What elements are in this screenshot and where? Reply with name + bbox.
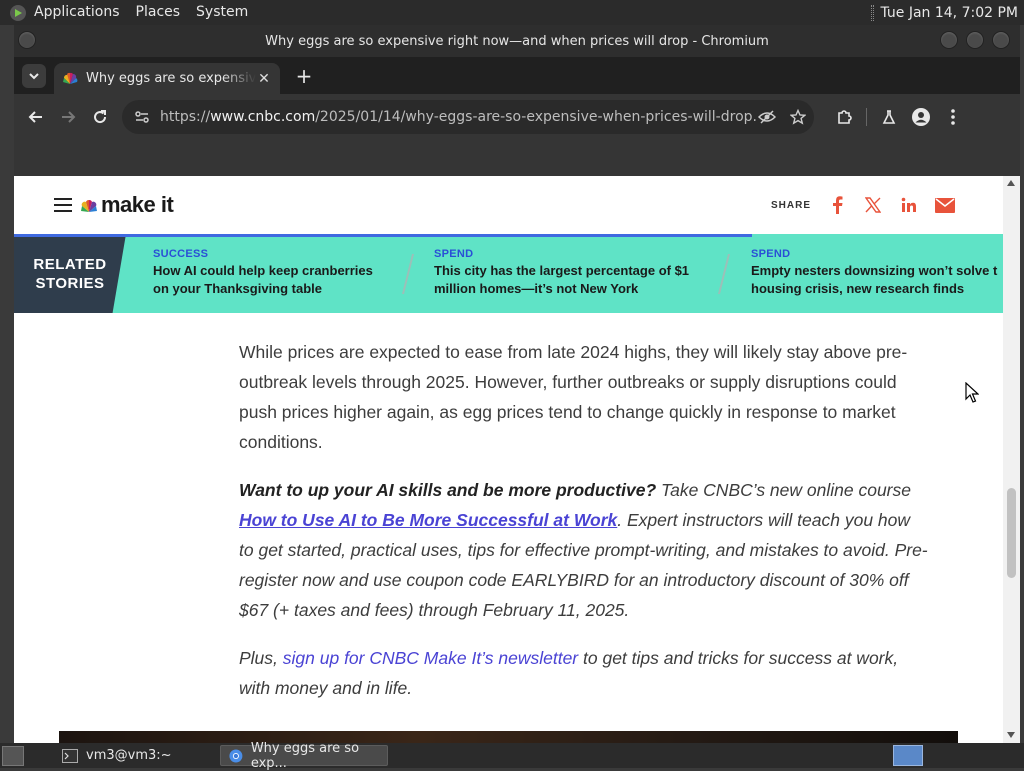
hamburger-menu-icon[interactable] (54, 198, 72, 212)
related-story[interactable]: SPEND This city has the largest percenta… (434, 248, 714, 298)
browser-toolbar: https://www.cnbc.com/2025/01/14/why-eggs… (14, 94, 1020, 140)
tab-strip: Why eggs are so expensive right now ✕ + (14, 57, 1020, 94)
story-divider (718, 254, 730, 294)
labs-button[interactable] (873, 101, 905, 133)
course-link[interactable]: How to Use AI to Be More Successful at W… (239, 510, 617, 530)
article-image (59, 731, 958, 743)
site-header: make it SHARE (14, 176, 1003, 234)
close-button[interactable] (992, 31, 1010, 49)
chromium-icon (229, 749, 243, 762)
reload-icon (94, 110, 107, 124)
page-viewport[interactable]: make it SHARE RELATED STORIES SUCCESS Ho… (14, 176, 1003, 743)
url-host: www.cnbc.com (210, 109, 316, 125)
menu-system[interactable]: System (188, 0, 256, 25)
toolbar-divider (866, 108, 867, 126)
minimize-button[interactable] (940, 31, 958, 49)
taskbar-terminal[interactable]: vm3@vm3:~ (54, 745, 214, 766)
workspace-switcher[interactable] (893, 745, 923, 766)
cnbc-peacock-icon (62, 71, 78, 87)
menu-places[interactable]: Places (128, 0, 189, 25)
story-category[interactable]: SPEND (751, 248, 1003, 260)
terminal-icon (62, 748, 78, 763)
more-vertical-icon (951, 109, 955, 125)
article-paragraph: While prices are expected to ease from l… (239, 342, 908, 452)
applications-icon[interactable] (10, 4, 26, 21)
tab-close-icon[interactable]: ✕ (256, 71, 272, 87)
window-titlebar[interactable]: Why eggs are so expensive right now—and … (14, 25, 1020, 57)
profile-icon (912, 108, 930, 126)
story-category[interactable]: SUCCESS (153, 248, 403, 260)
share-bar: SHARE (771, 195, 955, 215)
article-body: While prices are expected to ease from l… (239, 337, 929, 721)
related-story[interactable]: SUCCESS How AI could help keep cranberri… (153, 248, 403, 298)
promo-paragraph: Want to up your AI skills and be more pr… (239, 475, 929, 625)
extensions-button[interactable] (828, 101, 860, 133)
scroll-thumb[interactable] (1007, 488, 1016, 578)
menu-applications[interactable]: Applications (26, 0, 128, 25)
x-twitter-icon[interactable] (863, 195, 883, 215)
forward-button[interactable] (52, 101, 84, 133)
logo-text: make it (101, 192, 174, 217)
story-divider (402, 254, 414, 294)
arrow-left-icon (28, 111, 42, 123)
url-path: /2025/01/14/why-eggs-are-so-expensive-wh… (315, 109, 758, 125)
taskbar-browser[interactable]: Why eggs are so exp... (220, 741, 388, 771)
site-info-icon[interactable] (134, 109, 150, 125)
back-button[interactable] (20, 101, 52, 133)
maximize-button[interactable] (966, 31, 984, 49)
related-label-line2: STORIES (35, 274, 105, 292)
bottom-panel: vm3@vm3:~ Why eggs are so exp... (0, 741, 1024, 771)
arrow-right-icon (62, 111, 76, 123)
related-stories-bar: RELATED STORIES SUCCESS How AI could help… (14, 234, 1003, 313)
scroll-up-icon[interactable] (1007, 180, 1015, 186)
story-title[interactable]: How AI could help keep cranberries on you… (153, 262, 403, 298)
story-title[interactable]: This city has the largest percentage of … (434, 262, 714, 298)
peacock-logo-icon (80, 198, 98, 212)
puzzle-icon (838, 110, 852, 124)
star-icon[interactable] (790, 109, 806, 125)
promo-bold: Want to up your AI skills and be more pr… (239, 480, 657, 500)
flask-icon (882, 110, 896, 124)
new-tab-button[interactable]: + (292, 64, 316, 88)
eye-slash-icon[interactable] (758, 109, 776, 125)
reload-button[interactable] (84, 101, 116, 133)
scroll-down-icon[interactable] (1007, 732, 1015, 738)
clock[interactable]: Tue Jan 14, 7:02 PM (880, 5, 1018, 21)
profile-button[interactable] (905, 101, 937, 133)
related-story[interactable]: SPEND Empty nesters downsizing won’t sol… (751, 248, 1003, 298)
tab-search-button[interactable] (22, 63, 46, 88)
browser-window: Why eggs are so expensive right now—and … (14, 25, 1020, 743)
share-label: SHARE (770, 199, 811, 211)
promo-text: Take CNBC’s new online course (656, 480, 911, 500)
panel-separator (871, 4, 875, 21)
show-desktop-button[interactable] (2, 745, 24, 766)
related-label-line1: RELATED (33, 255, 107, 273)
story-title[interactable]: Empty nesters downsizing won’t solve t ho… (751, 262, 1003, 298)
facebook-icon[interactable] (827, 195, 847, 215)
tab-title: Why eggs are so expensive right now (86, 71, 256, 86)
top-panel: Applications Places System Tue Jan 14, 7… (0, 0, 1024, 25)
reading-progress-bar (14, 234, 752, 237)
window-menu-icon[interactable] (18, 31, 36, 49)
browser-menu-button[interactable] (937, 101, 969, 133)
address-bar[interactable]: https://www.cnbc.com/2025/01/14/why-eggs… (122, 100, 814, 134)
page-scrollbar[interactable] (1003, 176, 1020, 743)
url-text: https://www.cnbc.com/2025/01/14/why-eggs… (160, 109, 758, 125)
newsletter-paragraph: Plus, sign up for CNBC Make It’s newslet… (239, 643, 929, 703)
url-prefix: https:// (160, 109, 211, 125)
newsletter-link[interactable]: sign up for CNBC Make It’s newsletter (283, 648, 578, 668)
email-icon[interactable] (935, 195, 955, 215)
linkedin-icon[interactable] (899, 195, 919, 215)
chevron-down-icon (29, 72, 39, 79)
taskbar-terminal-label: vm3@vm3:~ (86, 748, 172, 763)
newsletter-text: Plus, (239, 648, 283, 668)
related-stories-label: RELATED STORIES (14, 234, 126, 313)
taskbar-browser-label: Why eggs are so exp... (250, 740, 360, 771)
tab-active[interactable]: Why eggs are so expensive right now ✕ (54, 63, 280, 94)
story-category[interactable]: SPEND (434, 248, 714, 260)
cnbc-make-it-logo[interactable]: make it (80, 192, 174, 218)
window-title: Why eggs are so expensive right now—and … (265, 33, 769, 49)
